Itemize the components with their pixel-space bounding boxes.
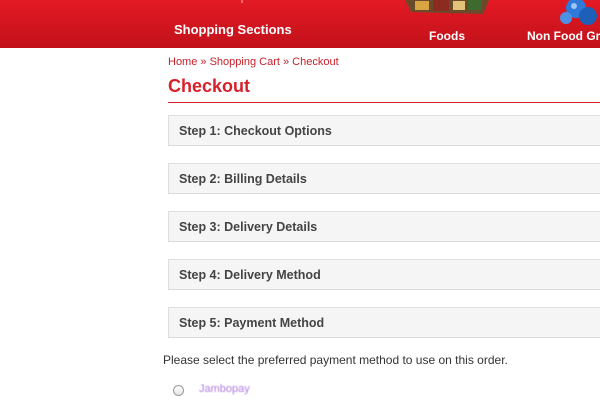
step-billing-details[interactable]: Step 2: Billing Details: [168, 163, 600, 194]
step-payment-method[interactable]: Step 5: Payment Method: [168, 307, 600, 338]
step-delivery-details[interactable]: Step 3: Delivery Details: [168, 211, 600, 242]
step-label: Step 4: Delivery Method: [179, 268, 321, 282]
breadcrumb-home[interactable]: Home: [168, 56, 197, 68]
site-header: Shopping Sections Foods Non Food Gro: [0, 0, 600, 48]
shopping-sections-title: Shopping Sections: [174, 22, 292, 37]
title-divider: [168, 102, 600, 103]
nav-non-food-groceries[interactable]: Non Food Gro: [527, 29, 600, 43]
breadcrumb: Home » Shopping Cart » Checkout: [168, 56, 339, 68]
breadcrumb-checkout[interactable]: Checkout: [292, 56, 338, 68]
non-food-category-image[interactable]: [556, 0, 600, 26]
payment-option-radio[interactable]: [173, 385, 184, 396]
payment-option-label[interactable]: Jambopay: [199, 383, 250, 395]
page-title: Checkout: [168, 76, 251, 96]
breadcrumb-separator: »: [200, 56, 207, 68]
step-delivery-method[interactable]: Step 4: Delivery Method: [168, 259, 600, 290]
payment-method-prompt: Please select the preferred payment meth…: [163, 353, 508, 367]
step-label: Step 2: Billing Details: [179, 172, 307, 186]
breadcrumb-separator: »: [282, 56, 290, 68]
header-decoration: [241, 0, 243, 3]
nav-foods[interactable]: Foods: [429, 29, 465, 43]
breadcrumb-shopping-cart[interactable]: Shopping Cart: [210, 56, 280, 68]
foods-category-image[interactable]: [403, 0, 492, 16]
step-checkout-options[interactable]: Step 1: Checkout Options: [168, 115, 600, 146]
step-label: Step 5: Payment Method: [179, 316, 325, 330]
step-label: Step 3: Delivery Details: [179, 220, 318, 234]
step-label: Step 1: Checkout Options: [179, 124, 332, 138]
